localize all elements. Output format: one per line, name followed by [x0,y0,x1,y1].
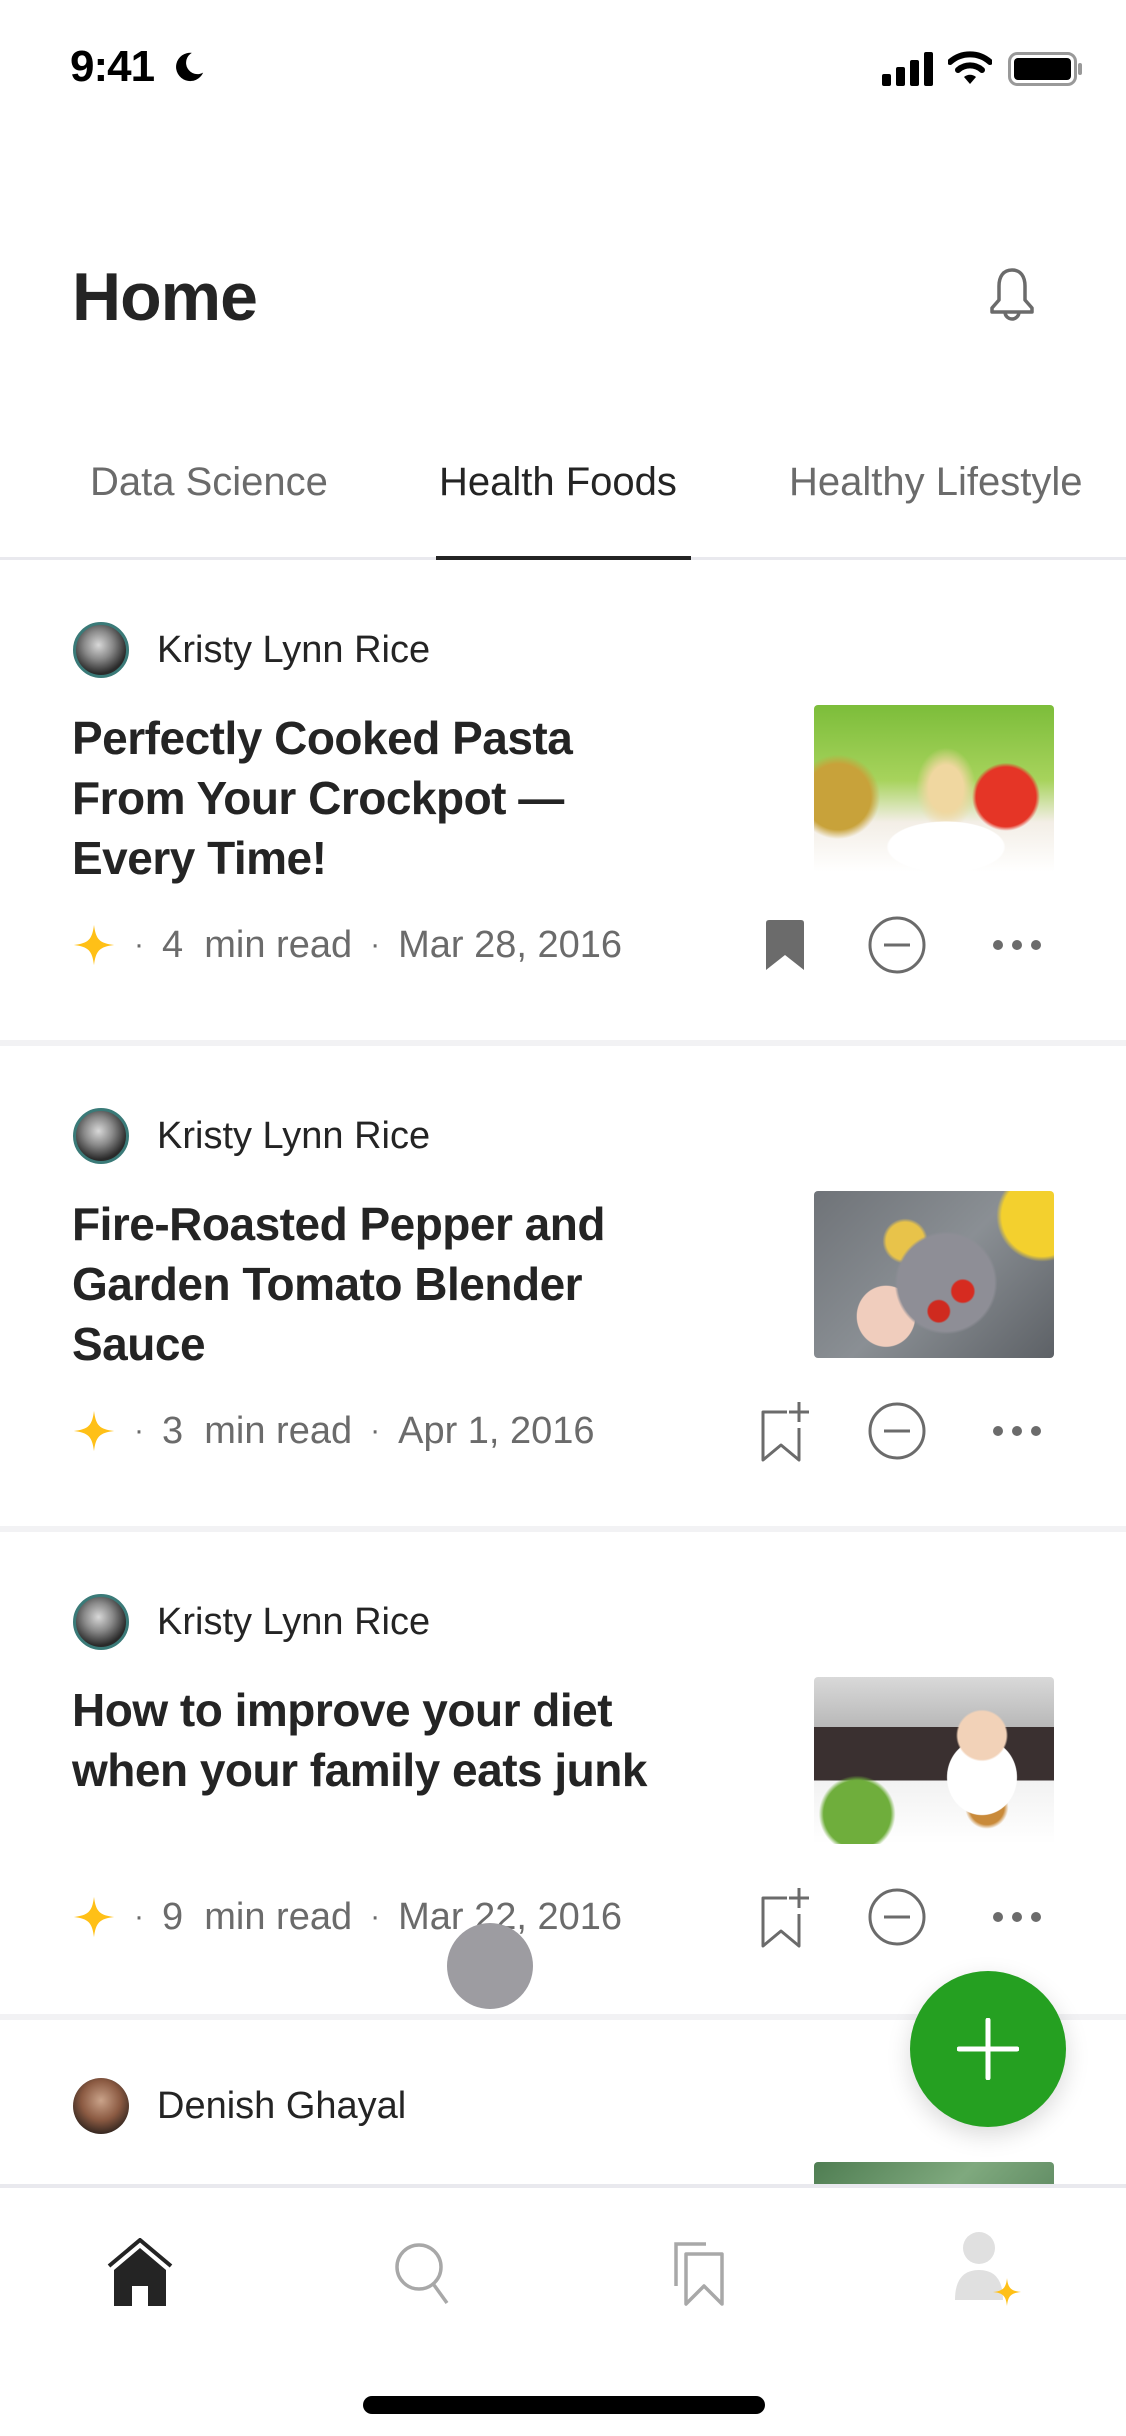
show-less-button[interactable] [862,1882,932,1952]
author-avatar [73,2078,129,2134]
bookmark-add-icon [761,1888,809,1948]
separator-dot: · [134,1900,144,1933]
nav-search[interactable] [378,2228,468,2318]
more-dots-icon [993,1912,1041,1922]
more-options-button[interactable] [982,910,1052,980]
save-button[interactable] [750,1396,820,1466]
author-name[interactable]: Kristy Lynn Rice [157,1115,430,1158]
author-avatar [73,1594,129,1650]
separator-dot: · [370,1900,381,1933]
article-actions [750,1882,1070,1952]
separator-dot: · [370,1414,381,1447]
bookmark-saved-button[interactable] [750,910,820,980]
bookmark-filled-icon [766,920,804,970]
home-indicator[interactable] [363,2396,765,2414]
article-title[interactable]: How to improve your diet when your famil… [72,1680,692,1800]
article-card[interactable]: Kristy Lynn Rice Perfectly Cooked Pasta … [0,560,1126,1043]
separator-dot: · [134,928,144,961]
more-dots-icon [993,940,1041,950]
read-time: 3 min read [162,1409,353,1452]
article-title[interactable]: Perfectly Cooked Pasta From Your Crockpo… [72,708,692,888]
status-time: 9:41 [70,42,155,91]
article-meta: · 9 min read · Mar 22, 2016 [72,1887,622,1947]
home-icon [107,2238,173,2306]
separator-dot: · [370,928,381,961]
minus-circle-icon [868,1402,926,1460]
article-thumbnail[interactable] [814,2162,1054,2184]
profile-icon [955,2232,1021,2306]
nav-library[interactable] [655,2228,745,2318]
search-icon [395,2243,449,2305]
nav-profile[interactable] [940,2228,1030,2318]
author-row[interactable]: Kristy Lynn Rice [73,622,430,678]
moon-icon [176,52,204,82]
separator-dot: · [134,1414,144,1447]
battery-full-icon [1008,52,1082,86]
touch-indicator [447,1923,533,2009]
article-thumbnail[interactable] [814,705,1054,872]
author-row[interactable]: Kristy Lynn Rice [73,1108,430,1164]
wifi-icon [948,51,992,84]
article-meta: · 4 min read · Mar 28, 2016 [72,915,622,975]
write-story-button[interactable] [910,1971,1066,2127]
article-actions [750,1396,1070,1466]
article-card[interactable]: Kristy Lynn Rice Fire-Roasted Pepper and… [0,1046,1126,1529]
star-icon [73,924,115,966]
show-less-button[interactable] [862,1396,932,1466]
author-name[interactable]: Kristy Lynn Rice [157,629,430,672]
bell-icon[interactable] [984,264,1040,328]
publish-date: Apr 1, 2016 [398,1409,595,1452]
star-icon [73,1410,115,1452]
author-avatar [73,1108,129,1164]
more-dots-icon [993,1426,1041,1436]
page-title: Home [72,259,258,335]
plus-icon [957,2018,1019,2080]
author-row[interactable]: Kristy Lynn Rice [73,1594,430,1650]
more-options-button[interactable] [982,1882,1052,1952]
tab-health-foods[interactable]: Health Foods [439,460,677,505]
topic-tabs: Data Science Health Foods Healthy Lifest… [0,440,1126,560]
minus-circle-icon [868,916,926,974]
tab-data-science[interactable]: Data Science [90,460,328,505]
show-less-button[interactable] [862,910,932,980]
article-actions [750,910,1070,980]
bookmarks-icon [674,2242,724,2306]
save-button[interactable] [750,1882,820,1952]
minus-circle-icon [868,1888,926,1946]
author-name[interactable]: Denish Ghayal [157,2085,406,2128]
status-bar: 9:41 [0,0,1126,140]
article-thumbnail[interactable] [814,1677,1054,1844]
read-time: 9 min read [162,1895,353,1938]
author-name[interactable]: Kristy Lynn Rice [157,1601,430,1644]
publish-date: Mar 28, 2016 [398,923,623,966]
cellular-signal-icon [882,52,933,86]
more-options-button[interactable] [982,1396,1052,1466]
read-time: 4 min read [162,923,353,966]
author-avatar [73,622,129,678]
tab-healthy-lifestyle[interactable]: Healthy Lifestyle [789,460,1082,505]
author-row[interactable]: Denish Ghayal [73,2078,406,2134]
article-thumbnail[interactable] [814,1191,1054,1358]
article-title[interactable]: Fire-Roasted Pepper and Garden Tomato Bl… [72,1194,692,1374]
star-icon [73,1896,115,1938]
nav-home[interactable] [95,2228,185,2318]
article-card[interactable]: Kristy Lynn Rice How to improve your die… [0,1532,1126,2015]
bookmark-add-icon [761,1402,809,1462]
article-meta: · 3 min read · Apr 1, 2016 [72,1401,595,1461]
